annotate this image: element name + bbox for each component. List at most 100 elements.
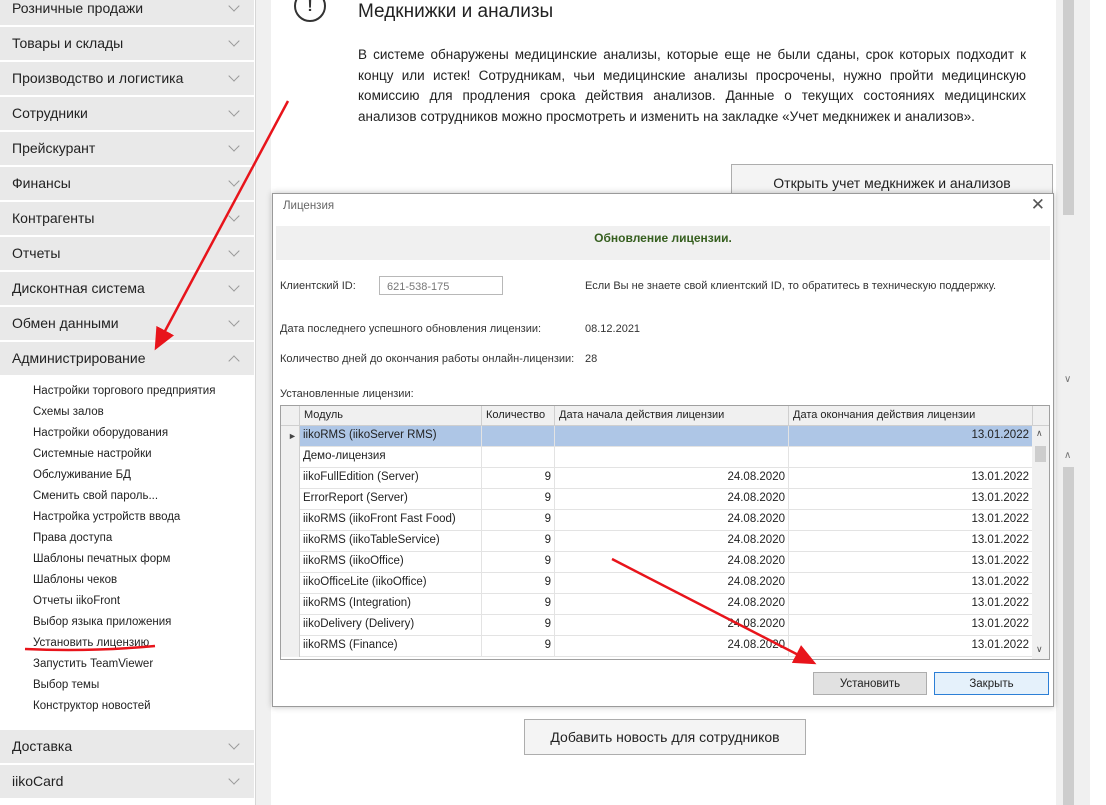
table-row[interactable]: iikoRMS (Integration) 9 24.08.2020 13.01.20… <box>281 594 1033 615</box>
cell-end[interactable] <box>789 447 1033 468</box>
row-indicator[interactable] <box>281 552 300 573</box>
sidebar-item-equipment-settings[interactable]: Настройки оборудования <box>33 427 168 439</box>
scrollbar-thumb[interactable] <box>1035 446 1046 462</box>
sidebar-item-print-templates[interactable]: Шаблоны печатных форм <box>33 553 170 565</box>
cell-module[interactable]: iikoDelivery (Delivery) <box>300 615 482 636</box>
cell-qty[interactable]: 9 <box>482 615 555 636</box>
cell-qty[interactable]: 9 <box>482 531 555 552</box>
cell-qty[interactable] <box>482 426 555 447</box>
cell-qty[interactable]: 9 <box>482 489 555 510</box>
sidebar-section-discount[interactable]: Дисконтная система <box>0 272 254 306</box>
chevron-up-icon[interactable]: ∧ <box>1064 450 1071 461</box>
column-header-end[interactable]: Дата окончания действия лицензии <box>789 406 1033 426</box>
sidebar-item-app-language[interactable]: Выбор языка приложения <box>33 616 171 628</box>
column-header-module[interactable]: Модуль <box>300 406 482 426</box>
cell-qty[interactable]: 9 <box>482 636 555 657</box>
sidebar-item-db-maintenance[interactable]: Обслуживание БД <box>33 469 131 481</box>
cell-end[interactable]: 13.01.2022 <box>789 615 1033 636</box>
sidebar-item-enterprise-settings[interactable]: Настройки торгового предприятия <box>33 385 215 397</box>
cell-qty[interactable]: 9 <box>482 510 555 531</box>
sidebar-item-iikofront-reports[interactable]: Отчеты iikoFront <box>33 595 120 607</box>
row-indicator[interactable] <box>281 489 300 510</box>
chevron-up-icon[interactable]: ∧ <box>1036 428 1043 439</box>
cell-start[interactable]: 24.08.2020 <box>555 468 789 489</box>
sidebar-item-hall-schemes[interactable]: Схемы залов <box>33 406 104 418</box>
table-row[interactable]: iikoOfficeLite (iikoOffice) 9 24.08.2020 13… <box>281 573 1033 594</box>
cell-start[interactable]: 24.08.2020 <box>555 615 789 636</box>
table-row[interactable]: ► iikoRMS (iikoServer RMS) 13.01.2022 <box>281 426 1033 447</box>
table-row[interactable]: Демо-лицензия <box>281 447 1033 468</box>
table-row[interactable]: iikoDelivery (Delivery) 9 24.08.2020 13.01.… <box>281 615 1033 636</box>
cell-end[interactable]: 13.01.2022 <box>789 426 1033 447</box>
sidebar-section-production[interactable]: Производство и логистика <box>0 62 254 96</box>
sidebar-section-delivery[interactable]: Доставка <box>0 730 254 764</box>
client-id-field[interactable] <box>379 276 503 295</box>
cell-end[interactable]: 13.01.2022 <box>789 594 1033 615</box>
sidebar-section-iikocard[interactable]: iikoCard <box>0 765 254 799</box>
cell-start[interactable]: 24.08.2020 <box>555 573 789 594</box>
close-icon[interactable]: ✕ <box>1031 195 1045 215</box>
row-indicator[interactable] <box>281 636 300 657</box>
table-row[interactable]: iikoFullEdition (Server) 9 24.08.2020 13.01… <box>281 468 1033 489</box>
cell-start[interactable]: 24.08.2020 <box>555 489 789 510</box>
cell-module[interactable]: iikoOfficeLite (iikoOffice) <box>300 573 482 594</box>
cell-end[interactable]: 13.01.2022 <box>789 552 1033 573</box>
sidebar-item-input-devices[interactable]: Настройка устройств ввода <box>33 511 180 523</box>
sidebar-item-theme[interactable]: Выбор темы <box>33 679 99 691</box>
chevron-down-icon[interactable]: ∨ <box>1036 644 1043 655</box>
row-indicator[interactable] <box>281 573 300 594</box>
cell-module[interactable]: iikoFullEdition (Server) <box>300 468 482 489</box>
sidebar-item-receipt-templates[interactable]: Шаблоны чеков <box>33 574 117 586</box>
current-row-indicator[interactable]: ► <box>281 426 300 447</box>
sidebar-section-data-exchange[interactable]: Обмен данными <box>0 307 254 341</box>
cell-module[interactable]: iikoRMS (Integration) <box>300 594 482 615</box>
page-scrollbar-top[interactable]: ∨ <box>1061 0 1076 390</box>
cell-module[interactable]: iikoRMS (Finance) <box>300 636 482 657</box>
row-indicator[interactable] <box>281 531 300 552</box>
cell-start[interactable]: 24.08.2020 <box>555 552 789 573</box>
sidebar-section-retail[interactable]: Розничные продажи <box>0 0 254 26</box>
add-news-button[interactable]: Добавить новость для сотрудников <box>524 719 806 755</box>
cell-start[interactable]: 24.08.2020 <box>555 636 789 657</box>
cell-start[interactable]: 24.08.2020 <box>555 594 789 615</box>
column-header-start[interactable]: Дата начала действия лицензии <box>555 406 789 426</box>
cell-qty[interactable] <box>482 447 555 468</box>
cell-module[interactable]: ErrorReport (Server) <box>300 489 482 510</box>
cell-end[interactable]: 13.01.2022 <box>789 468 1033 489</box>
sidebar-item-teamviewer[interactable]: Запустить TeamViewer <box>33 658 153 670</box>
sidebar-section-reports[interactable]: Отчеты <box>0 237 254 271</box>
table-row[interactable]: ErrorReport (Server) 9 24.08.2020 13.01.202… <box>281 489 1033 510</box>
cell-end[interactable]: 13.01.2022 <box>789 573 1033 594</box>
row-indicator[interactable] <box>281 594 300 615</box>
cell-start[interactable]: 24.08.2020 <box>555 531 789 552</box>
table-row[interactable]: iikoRMS (iikoTableService) 9 24.08.2020 13.… <box>281 531 1033 552</box>
install-button[interactable]: Установить <box>813 672 927 695</box>
cell-module[interactable]: iikoRMS (iikoOffice) <box>300 552 482 573</box>
page-scrollbar-bottom[interactable]: ∧ <box>1061 445 1076 805</box>
cell-module[interactable]: iikoRMS (iikoTableService) <box>300 531 482 552</box>
row-indicator[interactable] <box>281 510 300 531</box>
scrollbar-thumb[interactable] <box>1063 467 1074 805</box>
cell-start[interactable]: 24.08.2020 <box>555 510 789 531</box>
cell-end[interactable]: 13.01.2022 <box>789 636 1033 657</box>
cell-qty[interactable]: 9 <box>482 552 555 573</box>
row-indicator[interactable] <box>281 447 300 468</box>
column-header-qty[interactable]: Количество <box>482 406 555 426</box>
cell-start[interactable] <box>555 447 789 468</box>
cell-module[interactable]: iikoRMS (iikoFront Fast Food) <box>300 510 482 531</box>
cell-qty[interactable]: 9 <box>482 468 555 489</box>
open-med-records-button[interactable]: Открыть учет медкнижек и анализов <box>731 164 1053 194</box>
table-row[interactable]: iikoRMS (iikoOffice) 9 24.08.2020 13.01.202… <box>281 552 1033 573</box>
cell-end[interactable]: 13.01.2022 <box>789 489 1033 510</box>
sidebar-section-administration[interactable]: Администрирование <box>0 342 254 376</box>
sidebar-section-pricelist[interactable]: Прейскурант <box>0 132 254 166</box>
scrollbar-thumb[interactable] <box>1063 0 1074 215</box>
sidebar-item-access-rights[interactable]: Права доступа <box>33 532 112 544</box>
sidebar-section-employees[interactable]: Сотрудники <box>0 97 254 131</box>
cell-module[interactable]: Демо-лицензия <box>300 447 482 468</box>
sidebar-item-change-password[interactable]: Сменить свой пароль... <box>33 490 158 502</box>
cell-qty[interactable]: 9 <box>482 594 555 615</box>
chevron-down-icon[interactable]: ∨ <box>1064 374 1071 385</box>
cell-end[interactable]: 13.01.2022 <box>789 510 1033 531</box>
sidebar-item-news-builder[interactable]: Конструктор новостей <box>33 700 151 712</box>
